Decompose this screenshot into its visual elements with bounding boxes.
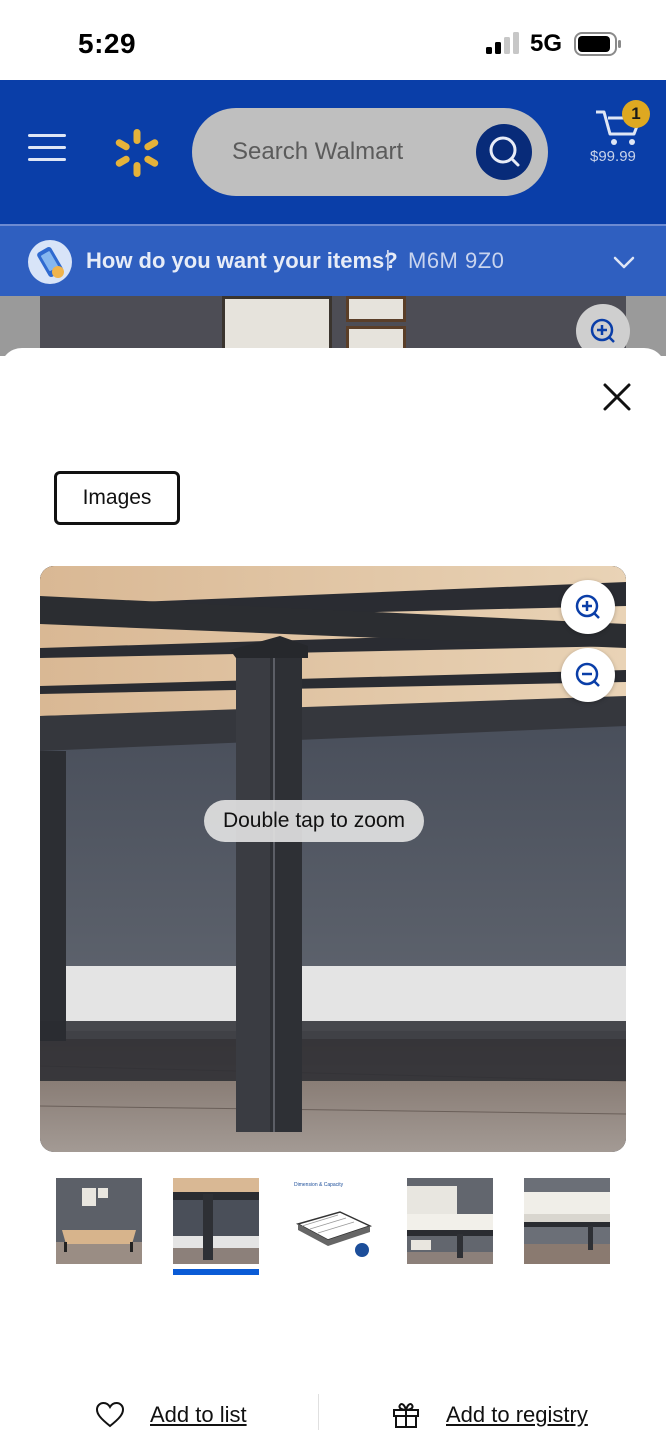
network-type: 5G: [530, 30, 563, 57]
image-viewer-sheet: Images Double tap to zoom Dimension & Ca…: [0, 348, 666, 1440]
action-divider: [318, 1394, 319, 1430]
main-product-image[interactable]: Double tap to zoom: [40, 566, 626, 1152]
bed-frame-leg-photo: [40, 566, 626, 1152]
battery-icon: [574, 32, 621, 56]
close-icon: [603, 383, 631, 411]
zoom-hint: Double tap to zoom: [204, 800, 424, 842]
background-art-frame: [346, 296, 406, 322]
search-bar: [192, 108, 548, 196]
gift-icon: [393, 1402, 419, 1428]
delivery-separator: |: [385, 246, 391, 271]
hamburger-menu-icon[interactable]: [28, 132, 68, 164]
status-time: 5:29: [78, 28, 137, 59]
cart-count-badge: 1: [622, 100, 650, 128]
chevron-down-icon[interactable]: [612, 250, 636, 274]
cart-total: $99.99: [590, 148, 636, 165]
app-header: 1 $99.99: [0, 80, 666, 224]
delivery-bar[interactable]: How do you want your items? | M6M 9Z0: [0, 224, 666, 296]
postal-code: M6M 9Z0: [408, 248, 505, 273]
zoom-out-button[interactable]: [561, 648, 615, 702]
search-button[interactable]: [476, 124, 532, 180]
thumbnail-3[interactable]: Dimension & Capacity: [290, 1178, 376, 1264]
selected-thumbnail-indicator: [173, 1269, 259, 1275]
zoom-out-icon: [575, 662, 600, 687]
background-art-frame: [222, 296, 332, 354]
walmart-spark-logo[interactable]: [112, 128, 162, 178]
add-to-registry-label: Add to registry: [446, 1402, 588, 1427]
heart-icon: [96, 1402, 124, 1428]
add-to-list-button[interactable]: Add to list: [96, 1398, 247, 1432]
thumbnail-1[interactable]: [56, 1178, 142, 1264]
search-input[interactable]: [232, 134, 472, 170]
background-photo: [40, 296, 626, 356]
delivery-question: How do you want your items?: [86, 248, 398, 273]
cellular-signal-icon: [486, 32, 519, 54]
zoom-in-icon: [575, 594, 600, 619]
close-button[interactable]: [600, 380, 634, 414]
thumbnail-4[interactable]: [407, 1178, 493, 1264]
action-bar: Add to list Add to registry: [0, 1386, 666, 1440]
add-to-list-label: Add to list: [150, 1402, 247, 1427]
add-to-registry-button[interactable]: Add to registry: [392, 1398, 588, 1432]
background-product-image: [0, 296, 666, 356]
search-icon: [489, 136, 520, 167]
delivery-phone-icon: [28, 240, 72, 284]
thumbnail-2[interactable]: [173, 1178, 259, 1264]
zoom-in-button[interactable]: [561, 580, 615, 634]
status-bar: 5:29 5G: [0, 0, 666, 80]
tab-images[interactable]: Images: [54, 471, 180, 525]
thumbnail-3-caption: Dimension & Capacity: [294, 1182, 344, 1188]
thumbnail-strip: Dimension & Capacity: [56, 1178, 616, 1278]
thumbnail-5[interactable]: [524, 1178, 610, 1264]
